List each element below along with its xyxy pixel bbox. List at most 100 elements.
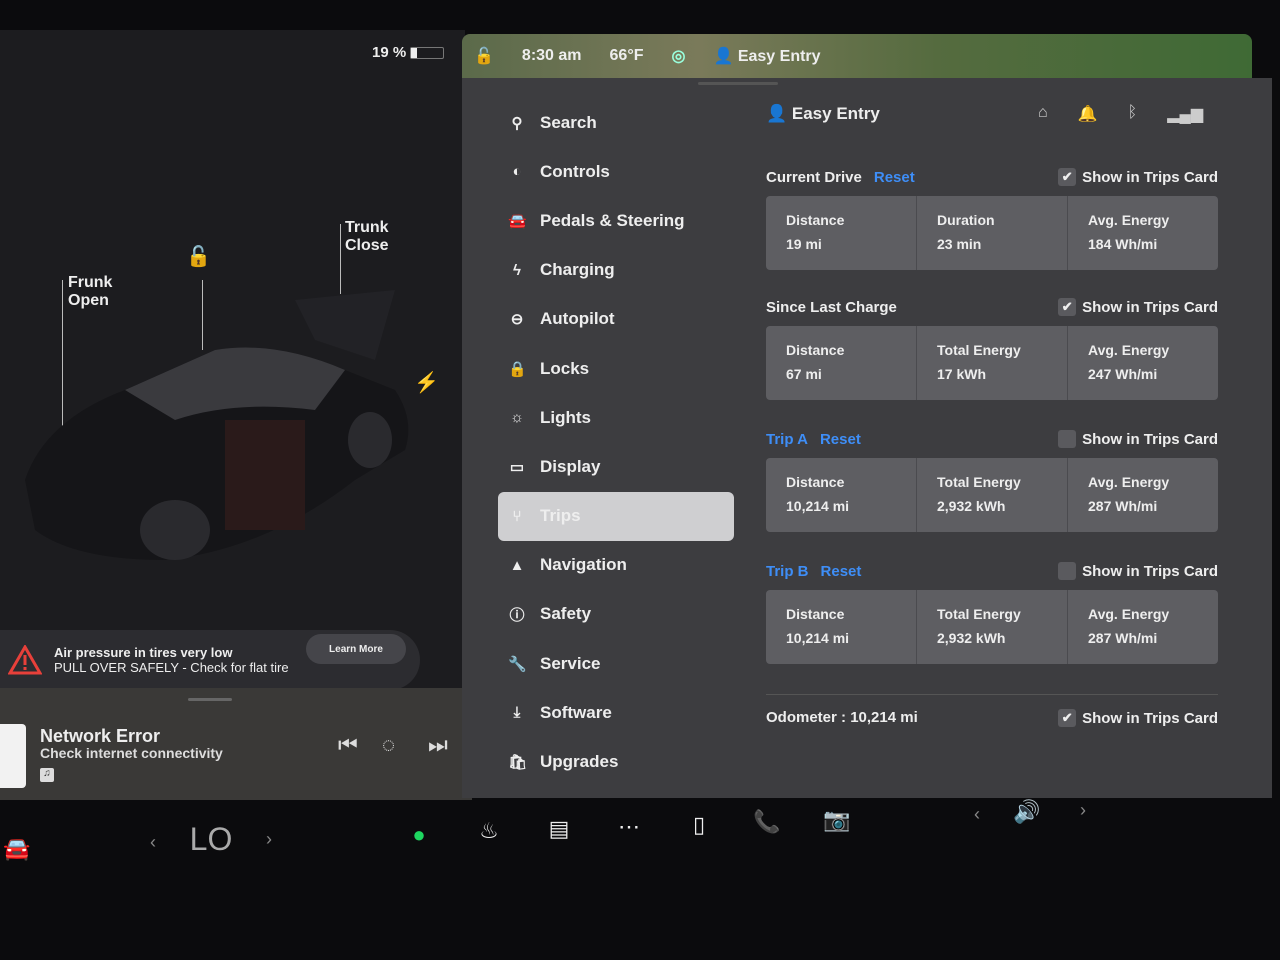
show-in-trips-card-checkbox[interactable]: Show in Trips Card (1058, 562, 1218, 580)
nav-item-autopilot[interactable]: ⊖ Autopilot (498, 295, 734, 344)
bluetooth-icon[interactable]: ᛒ (1128, 104, 1138, 124)
nav-item-lights[interactable]: ☼ Lights (498, 393, 734, 442)
stats-card: Distance 10,214 mi Total Energy 2,932 kWh Av… (766, 458, 1218, 532)
volume-icon[interactable]: 🔊 (1010, 795, 1044, 829)
unlock-icon[interactable]: 🔓 (186, 244, 211, 269)
stat-value: 67 mi (786, 366, 822, 382)
next-track-icon[interactable]: ⏭ (428, 732, 448, 758)
alert-circle-icon: ⓘ (509, 606, 525, 624)
nav-label: Search (540, 112, 597, 132)
defrost-icon[interactable]: ♨ (472, 814, 506, 848)
nav-item-search[interactable]: ⚲ Search (498, 98, 734, 147)
stat-cell: Duration 23 min (917, 196, 1068, 270)
trunk-label[interactable]: Trunk Close (345, 219, 389, 255)
stat-label: Distance (786, 474, 845, 490)
stat-label: Avg. Energy (1088, 606, 1170, 622)
sentry-icon[interactable]: ◎ (671, 46, 685, 66)
phone-icon[interactable]: 📞 (750, 805, 784, 839)
nav-item-charging[interactable]: ϟ Charging (498, 246, 734, 295)
nav-item-navigation[interactable]: ▲ Navigation (498, 541, 734, 590)
stat-value: 10,214 mi (786, 498, 850, 514)
trips-icon: ⑂ (512, 507, 522, 525)
profile-header[interactable]: 👤 Easy Entry (766, 104, 880, 124)
stats-card: Distance 67 mi Total Energy 17 kWh Avg. Ener… (766, 326, 1218, 400)
nav-item-trips[interactable]: ⑂ Trips (498, 491, 734, 541)
toybox-icon[interactable]: ▤ (542, 812, 576, 846)
nav-label: Autopilot (540, 309, 615, 329)
stat-label: Distance (786, 606, 845, 622)
battery-status: 19 % (372, 44, 445, 61)
nav-item-locks[interactable]: 🔒 Locks (498, 344, 734, 393)
drag-handle[interactable] (188, 698, 232, 701)
reset-button[interactable]: Reset (820, 431, 861, 448)
spotify-icon[interactable]: ● (402, 818, 436, 852)
calendar-icon[interactable]: ▯ (682, 808, 716, 842)
trip-section: Trip A Reset Show in Trips Card Distance 10,… (766, 428, 1218, 532)
stat-label: Avg. Energy (1088, 342, 1170, 358)
settings-nav: ⚲ Search ◐ Controls 🚘 Pedals & Steering ϟ Charg… (498, 98, 734, 787)
stat-cell: Distance 19 mi (766, 196, 917, 270)
stat-label: Distance (786, 212, 845, 228)
nav-label: Service (540, 653, 601, 673)
profile-name: Easy Entry (791, 104, 880, 123)
panel-handle[interactable] (698, 82, 778, 85)
volume-up-button[interactable]: › (1066, 793, 1100, 827)
stat-value: 287 Wh/mi (1088, 630, 1158, 646)
learn-more-button[interactable]: Learn More (306, 634, 406, 664)
checkbox-checked-icon: ✔ (1058, 709, 1077, 727)
stat-value: 287 Wh/mi (1088, 498, 1158, 514)
media-title: Network Error (40, 726, 161, 746)
reset-button[interactable]: Reset (821, 563, 862, 580)
temp-up-button[interactable]: › (252, 822, 286, 856)
reset-button[interactable]: Reset (874, 169, 915, 186)
previous-track-icon[interactable]: ⏮ (338, 732, 358, 758)
temp-down-button[interactable]: ‹ (136, 825, 170, 859)
stat-value: 17 kWh (937, 366, 987, 382)
music-source-icon[interactable]: ♫ (40, 768, 54, 782)
volume-down-button[interactable]: ‹ (960, 797, 994, 831)
bolt-icon: ϟ (513, 261, 521, 279)
stat-cell: Distance 67 mi (766, 326, 917, 400)
car-image (25, 290, 409, 560)
settings-panel: ⚲ Search ◐ Controls 🚘 Pedals & Steering ϟ Charg… (462, 78, 1272, 798)
charge-port-icon[interactable]: ⚡ (414, 370, 439, 395)
nav-item-software[interactable]: ⤓ Software (498, 688, 734, 737)
stat-cell: Distance 10,214 mi (766, 458, 917, 532)
nav-label: Safety (540, 604, 592, 624)
display-icon: ▭ (509, 458, 525, 476)
camera-icon[interactable]: 📷 (820, 803, 854, 837)
climate-temp[interactable]: LO (186, 821, 236, 857)
profile-button[interactable]: 👤 Easy Entry (713, 46, 820, 66)
odometer-show-checkbox[interactable]: ✔ Show in Trips Card (1058, 709, 1218, 727)
notification-bell-icon[interactable]: 🔔 (1078, 104, 1098, 124)
stat-label: Total Energy (937, 606, 1021, 622)
search-icon: ⚲ (511, 114, 523, 132)
stat-cell: Total Energy 2,932 kWh (917, 458, 1068, 532)
more-apps-icon[interactable]: ⋯ (612, 810, 646, 844)
lock-icon[interactable]: 🔓 (474, 46, 494, 66)
homelink-icon[interactable]: ⌂ (1038, 104, 1048, 124)
show-in-trips-card-checkbox[interactable]: Show in Trips Card (1058, 430, 1218, 448)
stat-value: 2,932 kWh (937, 630, 1006, 646)
nav-item-safety[interactable]: ⓘ Safety (498, 590, 734, 639)
stat-value: 184 Wh/mi (1088, 236, 1158, 252)
show-in-trips-card-checkbox[interactable]: ✔ Show in Trips Card (1058, 298, 1218, 316)
nav-item-pedals-steering[interactable]: 🚘 Pedals & Steering (498, 196, 734, 245)
checkbox-label: Show in Trips Card (1082, 709, 1218, 727)
checkbox-checked-icon: ✔ (1058, 168, 1077, 186)
media-player: Network Error Check internet connectivit… (0, 688, 472, 800)
stat-value: 10,214 mi (786, 630, 850, 646)
stat-cell: Avg. Energy 287 Wh/mi (1068, 590, 1218, 664)
steering-icon: ⊖ (510, 311, 524, 329)
nav-item-controls[interactable]: ◐ Controls (498, 147, 734, 196)
show-in-trips-card-checkbox[interactable]: ✔ Show in Trips Card (1058, 168, 1218, 186)
odometer-value: 10,214 mi (850, 709, 918, 726)
car-icon[interactable]: 🚘 (0, 832, 34, 866)
nav-item-service[interactable]: 🔧 Service (498, 639, 734, 688)
nav-item-upgrades[interactable]: 🛍 Upgrades (498, 737, 734, 786)
stat-label: Distance (786, 342, 845, 358)
stat-value: 247 Wh/mi (1088, 366, 1158, 382)
nav-item-display[interactable]: ▭ Display (498, 442, 734, 491)
checkbox-label: Show in Trips Card (1082, 298, 1218, 316)
stat-cell: Distance 10,214 mi (766, 590, 917, 664)
